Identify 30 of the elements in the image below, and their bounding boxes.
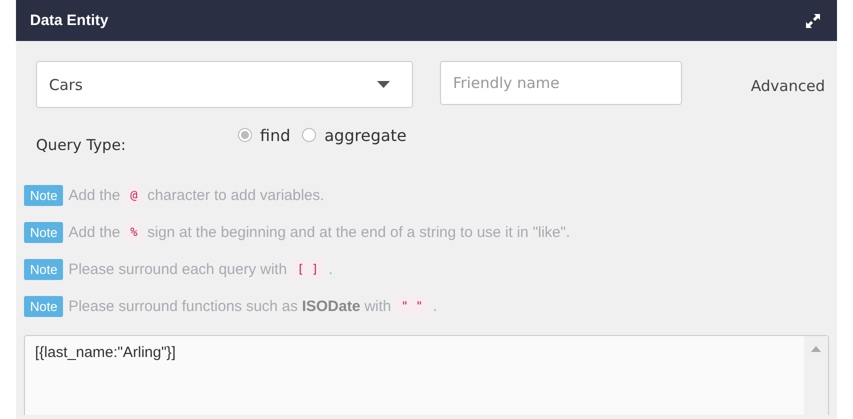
caret-icon — [377, 81, 390, 88]
note-text: Please surround functions such as ISODate with — [68, 298, 392, 314]
advanced-link[interactable]: Advanced — [750, 77, 825, 95]
note-text: character to add variables. — [147, 186, 324, 204]
note-text: . — [432, 298, 437, 314]
code-snippet: [ ] — [292, 259, 324, 279]
note-text: Add the — [68, 186, 120, 204]
radio-label[interactable]: find — [260, 126, 290, 144]
radio-label[interactable]: aggregate — [324, 126, 407, 144]
friendly-name-field[interactable]: Friendly name — [440, 61, 682, 105]
query-editor[interactable]: [{last_name:"Arling"}] — [24, 335, 829, 415]
note-text: Please surround each query with — [68, 260, 287, 278]
scrollbar[interactable] — [804, 336, 828, 415]
note-text: . — [328, 260, 333, 278]
code-snippet: % — [125, 222, 142, 242]
code-snippet: @ — [125, 185, 142, 205]
panel-title: Data Entity — [30, 12, 108, 29]
entity-select[interactable]: Cars — [36, 61, 413, 108]
radio-button[interactable] — [238, 128, 252, 142]
scroll-up-icon[interactable] — [811, 346, 821, 352]
code-snippet: " " — [396, 296, 428, 316]
note-text: sign at the beginning and at the end of a string to use it in "like". — [147, 224, 570, 240]
note-badge: Note — [24, 296, 64, 316]
note-badge: Note — [24, 222, 64, 242]
note-badge: Note — [24, 258, 64, 280]
note-badge: Note — [24, 184, 64, 206]
query-type-label: Query Type: — [36, 136, 127, 156]
expand-icon[interactable] — [805, 12, 821, 28]
note-text: Add the — [68, 224, 120, 240]
radio-button[interactable] — [302, 128, 316, 142]
